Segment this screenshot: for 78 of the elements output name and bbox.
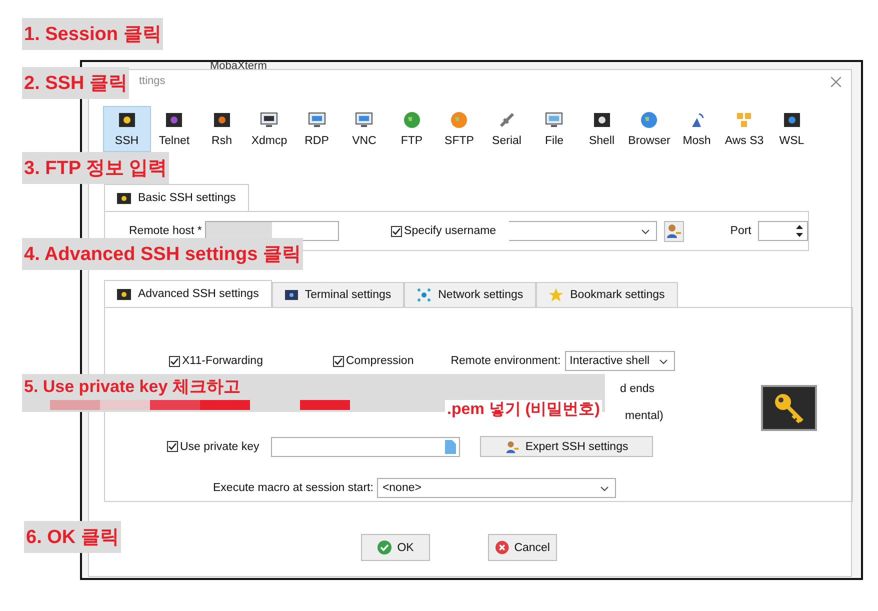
- user-key-icon: [505, 440, 520, 454]
- specify-username-checkbox[interactable]: Specify username: [391, 225, 496, 237]
- basic-settings-tab[interactable]: Basic SSH settings: [104, 184, 249, 211]
- expert-ssh-settings-button[interactable]: Expert SSH settings: [480, 436, 654, 457]
- file-icon[interactable]: [445, 440, 456, 454]
- chevron-down-icon: [640, 229, 650, 235]
- annotation-label: 2. SSH 클릭: [22, 67, 130, 99]
- session-type-button[interactable]: FTP: [388, 106, 436, 152]
- session-type-button[interactable]: Mosh: [673, 106, 720, 152]
- cancel-button[interactable]: Cancel: [488, 534, 557, 561]
- cancel-circle-icon: [495, 540, 510, 555]
- private-key-field[interactable]: [271, 436, 460, 456]
- use-private-key-checkbox[interactable]: Use private key: [167, 440, 260, 452]
- dialog-title: ttings: [139, 75, 166, 87]
- settings-tab[interactable]: Bookmark settings: [536, 282, 678, 307]
- close-icon[interactable]: [831, 77, 841, 87]
- session-type-button[interactable]: SFTP: [436, 106, 483, 152]
- macro-dropdown[interactable]: <none>: [377, 478, 616, 498]
- session-type-button[interactable]: Aws S3: [720, 106, 768, 152]
- annotation-label: 1. Session 클릭: [22, 18, 164, 50]
- settings-tab[interactable]: Terminal settings: [272, 282, 404, 307]
- redaction-bar: [300, 400, 350, 410]
- check-icon: [392, 226, 402, 236]
- session-type-button[interactable]: File: [530, 106, 578, 152]
- session-type-button[interactable]: Rsh: [198, 106, 246, 152]
- redaction-bar: [200, 400, 250, 410]
- session-type-button[interactable]: Xdmcp: [246, 106, 293, 152]
- remote-environment-label: Remote environment:: [450, 355, 561, 367]
- monitor-icon: [308, 111, 326, 129]
- remote-host-label: Remote host *: [129, 225, 202, 237]
- redaction-bar: [150, 400, 200, 410]
- session-type-button[interactable]: RDP: [293, 106, 340, 152]
- annotation-label: 6. OK 클릭: [24, 521, 121, 553]
- background-window-title: MobaXterm: [210, 60, 267, 72]
- annotation-text: 5. Use private key 체크하고: [22, 374, 605, 400]
- port-spinner[interactable]: [758, 221, 808, 241]
- ok-button[interactable]: OK: [361, 534, 430, 561]
- annotation-label: 4. Advanced SSH settings 클릭: [22, 238, 303, 270]
- check-icon: [170, 356, 179, 366]
- globe-icon: [450, 111, 468, 129]
- session-type-button[interactable]: Browser: [626, 106, 673, 152]
- check-icon: [334, 356, 343, 366]
- annotation-text: .pem 넣기 (비밀번호): [445, 400, 602, 420]
- compression-checkbox[interactable]: Compression: [332, 355, 414, 367]
- globe-icon: [402, 111, 421, 129]
- settings-tab[interactable]: Network settings: [404, 282, 536, 307]
- globe-icon: [640, 111, 658, 129]
- user-key-icon: [666, 223, 682, 239]
- redaction-bar: [50, 400, 100, 410]
- remote-environment-dropdown[interactable]: Interactive shell: [564, 351, 675, 371]
- check-circle-icon: [377, 540, 392, 555]
- check-icon: [168, 442, 177, 451]
- macro-label: Execute macro at session start:: [213, 482, 374, 494]
- username-dropdown[interactable]: [509, 221, 657, 241]
- spinner-arrows-icon: [796, 225, 803, 237]
- option-text: mental): [625, 410, 664, 422]
- user-manager-button[interactable]: [664, 220, 684, 242]
- session-type-button[interactable]: VNC: [340, 106, 388, 152]
- redaction-bar: [100, 400, 150, 410]
- chevron-down-icon: [658, 359, 668, 365]
- session-type-button[interactable]: Telnet: [150, 106, 198, 152]
- settings-tab[interactable]: Advanced SSH settings: [104, 280, 272, 307]
- port-label: Port: [730, 225, 752, 237]
- monitor-icon: [260, 111, 278, 129]
- session-type-button[interactable]: Serial: [483, 106, 530, 152]
- monitor-icon: [355, 111, 374, 129]
- x11-forwarding-checkbox[interactable]: X11-Forwarding: [169, 355, 263, 367]
- monitor-icon: [545, 111, 564, 129]
- chevron-down-icon: [600, 486, 610, 492]
- star-icon: [549, 288, 564, 302]
- plug-icon: [498, 111, 516, 129]
- session-type-button[interactable]: WSL: [768, 106, 816, 152]
- annotation-label: 3. FTP 정보 입력: [22, 152, 170, 184]
- session-type-button[interactable]: Shell: [578, 106, 626, 152]
- cubes-icon: [735, 111, 754, 129]
- session-type-button[interactable]: SSH: [103, 106, 150, 152]
- network-icon: [417, 288, 432, 302]
- option-text: d ends: [620, 383, 655, 395]
